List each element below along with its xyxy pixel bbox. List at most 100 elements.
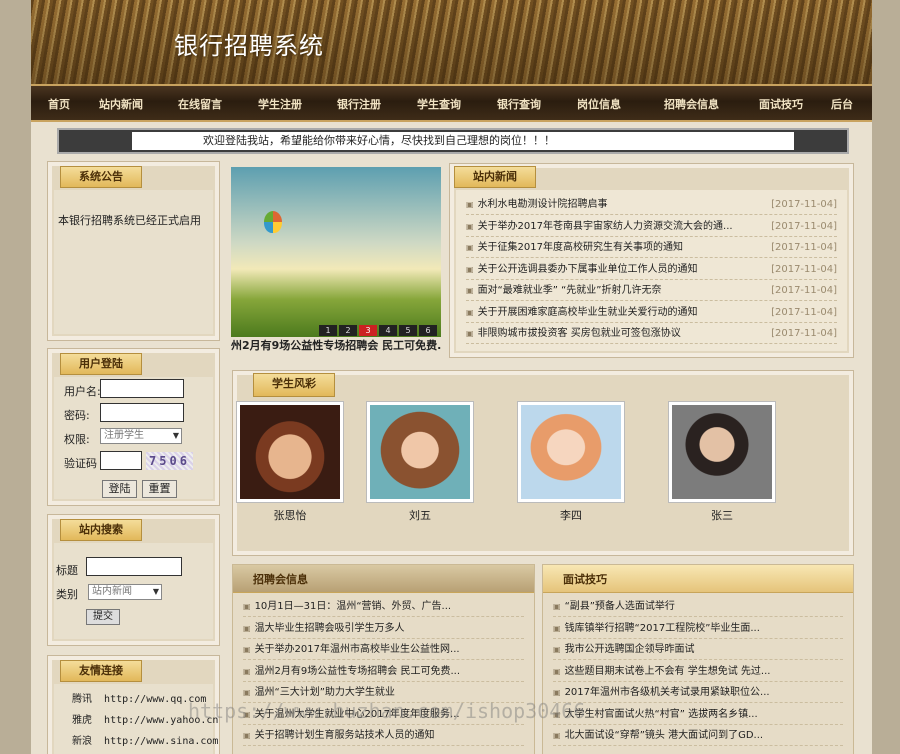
list-item-title[interactable]: 我市公开选聘国企领导昨面试 (565, 644, 695, 655)
nav-item-bank-query[interactable]: 银行查询 (497, 96, 541, 112)
list-item-title[interactable]: 关于征集2017年度高校研究生有关事项的通知 (478, 242, 683, 253)
slideshow-page-button[interactable]: 3 (359, 325, 377, 336)
student-photo[interactable] (237, 402, 343, 502)
role-select-value: 注册学生 (104, 430, 144, 441)
captcha-image[interactable]: 7506 (146, 452, 193, 470)
list-item-title[interactable]: 关于招聘计划生育服务站技术人员的通知 (255, 730, 435, 741)
list-item[interactable]: ▣ 大学生村官面试火热“村官” 选拔两名乡镇... (553, 704, 843, 725)
page: 银行招聘系统 首页 站内新闻 在线留言 学生注册 银行注册 学生查询 银行查询 … (31, 0, 872, 754)
slideshow-caption[interactable]: 州2月有9场公益性专场招聘会 民工可免费... (231, 337, 441, 353)
slideshow-pager: 123456 (319, 325, 437, 336)
password-input[interactable] (100, 403, 184, 422)
list-item[interactable]: ▣ 10月1日—31日：温州“营销、外贸、广告... (243, 596, 524, 617)
main-nav: 首页 站内新闻 在线留言 学生注册 银行注册 学生查询 银行查询 岗位信息 招聘… (31, 84, 872, 122)
list-item-title[interactable]: 关于开展困难家庭高校毕业生就业关爱行动的通知 (478, 307, 698, 318)
role-select[interactable]: 注册学生 ▼ (100, 428, 182, 444)
bullet-icon: ▣ (243, 731, 251, 740)
list-item[interactable]: ▣ 关于举办2017年温州市高校毕业生公益性网... (243, 639, 524, 660)
list-item-title[interactable]: 关于举办2017年苍南县宇宙家纺人力资源交流大会的通... (478, 221, 733, 232)
list-item[interactable]: ▣ 温州“三大计划”助力大学生就业 (243, 682, 524, 703)
list-item-title[interactable]: 这些题目期末试卷上不会有 学生想免试 先过... (565, 666, 771, 677)
list-item-title[interactable]: “副县”预备人选面试举行 (565, 601, 675, 612)
list-item[interactable]: ▣ 温大毕业生招聘会吸引学生万多人 (243, 618, 524, 639)
captcha-input[interactable] (100, 451, 142, 470)
student-card[interactable]: 张三 (669, 402, 775, 523)
nav-item-message[interactable]: 在线留言 (178, 96, 222, 112)
list-item-title[interactable]: 水利水电勘测设计院招聘启事 (478, 199, 608, 210)
list-item-title[interactable]: 大学生村官面试火热“村官” 选拔两名乡镇... (565, 709, 758, 720)
student-photo[interactable] (669, 402, 775, 502)
list-item[interactable]: ▣ 关于举办2017年苍南县宇宙家纺人力资源交流大会的通... [2017-11-0… (466, 216, 837, 237)
list-item[interactable]: ▣ 关于招聘计划生育服务站技术人员的通知 (243, 725, 524, 746)
list-item[interactable]: ▣ 面对“最难就业季” “先就业”折射几许无奈 [2017-11-04] (466, 280, 837, 301)
slideshow-page-button[interactable]: 2 (339, 325, 357, 336)
links-panel: 友情连接 腾讯 http://www.qq.com 雅虎 http://www.… (47, 655, 220, 754)
list-item-title[interactable]: 面对“最难就业季” “先就业”折射几许无奈 (478, 285, 662, 296)
list-item-title[interactable]: 钱库镇举行招聘“2017工程院校”毕业生面... (565, 623, 760, 634)
list-item-title[interactable]: 温大毕业生招聘会吸引学生万多人 (255, 623, 405, 634)
list-item-title[interactable]: 北大面试设“穿帮”镜头 港大面试问到了GD... (565, 730, 764, 741)
nav-item-home[interactable]: 首页 (48, 96, 70, 112)
link-item[interactable]: 雅虎 http://www.yahoo.cn (72, 711, 218, 726)
list-item-title[interactable]: 温州2月有9场公益性专场招聘会 民工可免费... (255, 666, 460, 677)
username-input[interactable] (100, 379, 184, 398)
list-item[interactable]: ▣ 关于公开选调县委办下属事业单位工作人员的通知 [2017-11-04] (466, 259, 837, 280)
bullet-icon: ▣ (243, 645, 251, 654)
nav-item-bank-register[interactable]: 银行注册 (337, 96, 381, 112)
bullet-icon: ▣ (243, 709, 251, 719)
news-panel: 站内新闻 ▣ 水利水电勘测设计院招聘启事 [2017-11-04] ▣ 关于举办2017… (449, 163, 854, 358)
student-card[interactable]: 刘五 (367, 402, 473, 523)
bullet-icon: ▣ (466, 200, 474, 209)
student-name: 张三 (711, 509, 733, 522)
list-item[interactable]: ▣ 关于温州大学生就业中心2017年度年度服务... (243, 704, 524, 725)
link-item[interactable]: 腾讯 http://www.qq.com (72, 690, 206, 705)
list-item[interactable]: ▣ 关于开展困难家庭高校毕业生就业关爱行动的通知 [2017-11-04] (466, 302, 837, 323)
list-item[interactable]: ▣ 非限购城市拔投资客 买房包就业可签包涨协议 [2017-11-04] (466, 323, 837, 344)
nav-item-job-fairs[interactable]: 招聘会信息 (664, 96, 719, 112)
list-item[interactable]: ▣ 北大面试设“穿帮”镜头 港大面试问到了GD... (553, 725, 843, 746)
list-item[interactable]: ▣ 关于征集2017年度高校研究生有关事项的通知 [2017-11-04] (466, 237, 837, 258)
slideshow-page-button[interactable]: 1 (319, 325, 337, 336)
chevron-down-icon: ▼ (152, 587, 159, 596)
slideshow-image[interactable] (231, 167, 441, 337)
slideshow[interactable]: 123456 州2月有9场公益性专场招聘会 民工可免费... (231, 167, 441, 353)
list-item[interactable]: ▣ “副县”预备人选面试举行 (553, 596, 843, 617)
list-item-title[interactable]: 非限购城市拔投资客 买房包就业可签包涨协议 (478, 328, 681, 339)
nav-item-student-register[interactable]: 学生注册 (258, 96, 302, 112)
list-item-title[interactable]: 关于公开选调县委办下属事业单位工作人员的通知 (478, 264, 698, 275)
list-item-title[interactable]: 2017年温州市各级机关考试录用紧缺职位公... (565, 687, 770, 698)
nav-item-news[interactable]: 站内新闻 (99, 96, 143, 112)
student-card[interactable]: 李四 (518, 402, 624, 523)
student-card[interactable]: 张思怡 (237, 402, 343, 523)
list-item[interactable]: ▣ 温州2月有9场公益性专场招聘会 民工可免费... (243, 661, 524, 682)
list-item[interactable]: ▣ 水利水电勘测设计院招聘启事 [2017-11-04] (466, 194, 837, 215)
nav-item-student-query[interactable]: 学生查询 (417, 96, 461, 112)
announcement-bar: 欢迎登陆我站，希望能给你带来好心情，尽快找到自己理想的岗位！！！ (57, 128, 849, 154)
password-label: 密码: (64, 409, 90, 422)
nav-item-interview-tips[interactable]: 面试技巧 (759, 96, 803, 112)
list-item-title[interactable]: 关于举办2017年温州市高校毕业生公益性网... (255, 644, 460, 655)
search-category-select[interactable]: 站内新闻 ▼ (88, 584, 162, 600)
nav-item-jobs[interactable]: 岗位信息 (577, 96, 621, 112)
login-button[interactable]: 登陆 (102, 480, 137, 498)
student-photo[interactable] (518, 402, 624, 502)
job-fairs-title: 招聘会信息 (253, 573, 308, 586)
list-item[interactable]: ▣ 钱库镇举行招聘“2017工程院校”毕业生面... (553, 618, 843, 639)
nav-item-admin[interactable]: 后台 (831, 96, 853, 112)
reset-button[interactable]: 重置 (142, 480, 177, 498)
search-title-input[interactable] (86, 557, 182, 576)
list-item[interactable]: ▣ 这些题目期末试卷上不会有 学生想免试 先过... (553, 661, 843, 682)
search-submit-button[interactable]: 提交 (86, 609, 120, 625)
slideshow-page-button[interactable]: 5 (399, 325, 417, 336)
list-item-title[interactable]: 温州“三大计划”助力大学生就业 (255, 687, 395, 698)
list-item-title[interactable]: 10月1日—31日：温州“营销、外贸、广告... (255, 601, 452, 612)
list-item[interactable]: ▣ 2017年温州市各级机关考试录用紧缺职位公... (553, 682, 843, 703)
student-photo[interactable] (367, 402, 473, 502)
slideshow-page-button[interactable]: 6 (419, 325, 437, 336)
list-item[interactable]: ▣ 我市公开选聘国企领导昨面试 (553, 639, 843, 660)
announcement-text: 欢迎登陆我站，希望能给你带来好心情，尽快找到自己理想的岗位！！！ (132, 132, 794, 150)
link-item[interactable]: 新浪 http://www.sina.com (72, 732, 218, 747)
list-item-title[interactable]: 关于温州大学生就业中心2017年度年度服务... (255, 709, 460, 720)
slideshow-page-button[interactable]: 4 (379, 325, 397, 336)
balloon-icon (264, 211, 282, 233)
